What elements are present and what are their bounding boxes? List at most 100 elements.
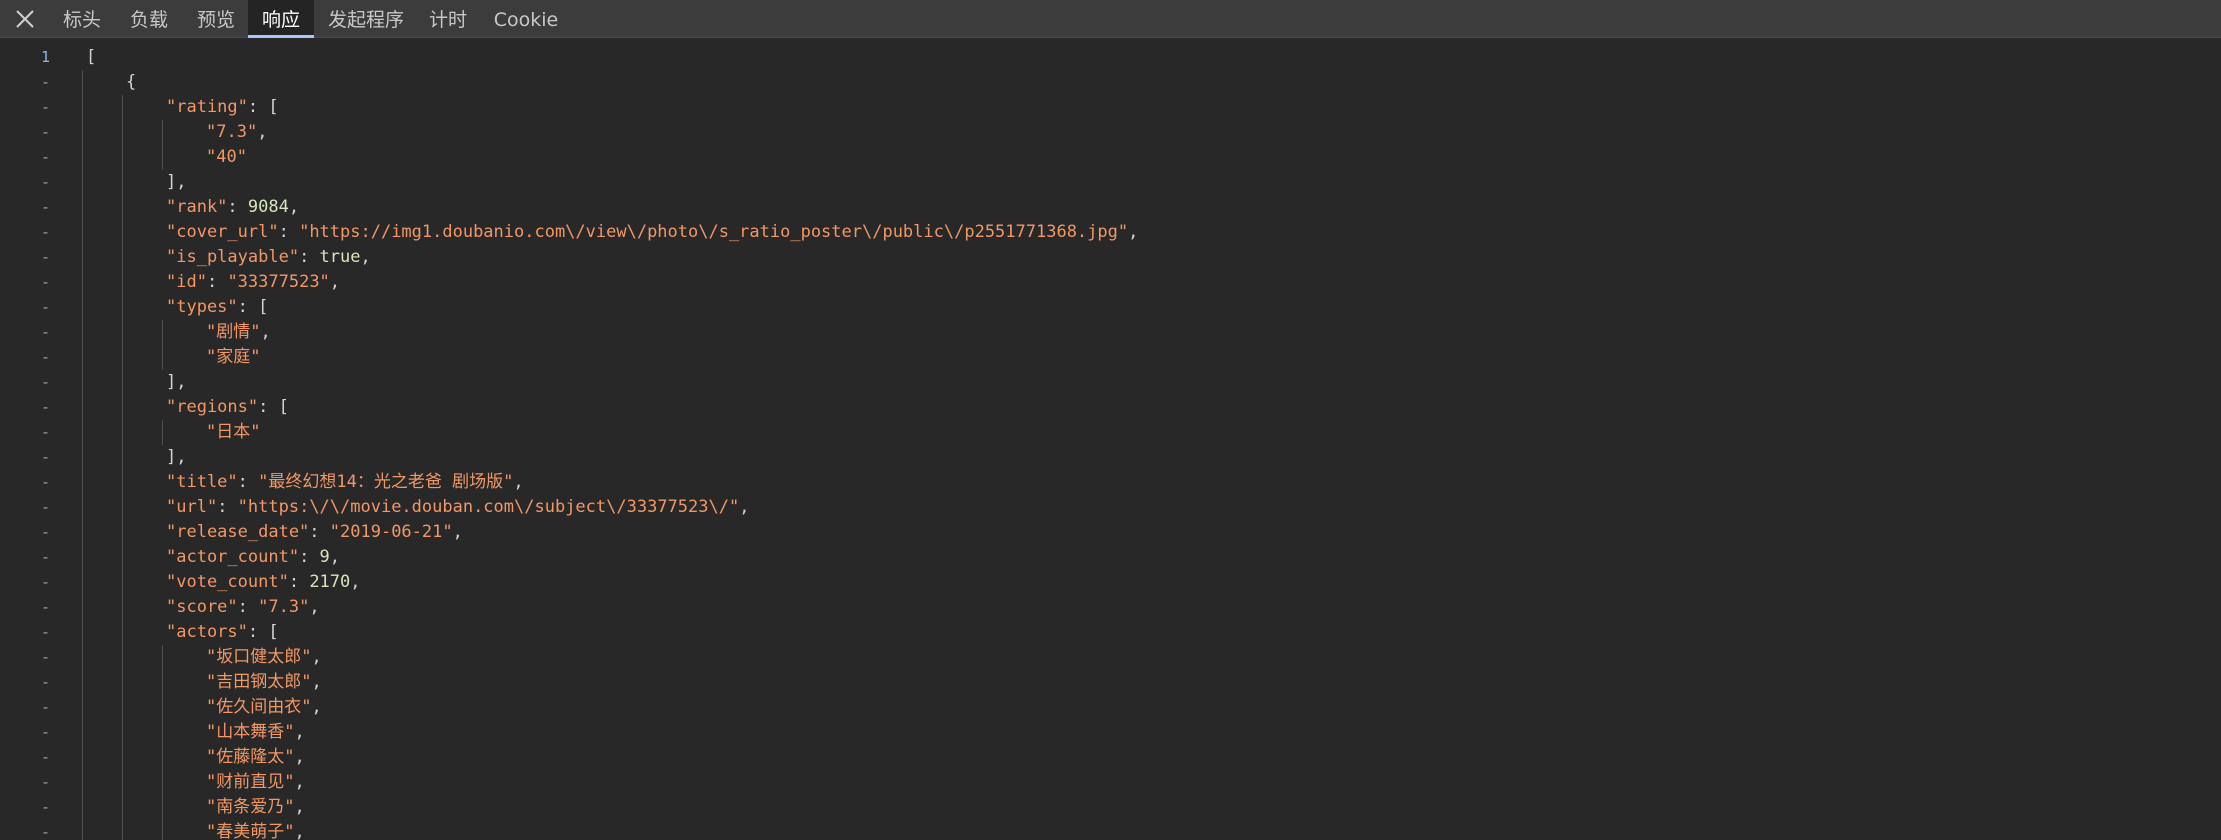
indent-guide bbox=[82, 420, 83, 445]
indent-guide bbox=[82, 95, 83, 120]
json-punctuation: : bbox=[278, 222, 300, 242]
json-key: "vote_count" bbox=[166, 572, 289, 592]
json-string: "7.3" bbox=[258, 597, 310, 617]
code-content: "score": "7.3", bbox=[166, 595, 320, 620]
json-value: 9 bbox=[319, 547, 330, 567]
code-content: "佐藤隆太", bbox=[206, 745, 305, 770]
json-punctuation: : bbox=[309, 522, 330, 542]
json-punctuation: , bbox=[294, 747, 305, 767]
code-line: - "regions": [ bbox=[0, 395, 2221, 420]
indent-guide bbox=[122, 345, 123, 370]
line-number: - bbox=[40, 473, 50, 491]
indent-guide bbox=[82, 345, 83, 370]
code-line: - "佐藤隆太", bbox=[0, 745, 2221, 770]
tab-timing[interactable]: 计时 bbox=[420, 0, 476, 38]
json-punctuation: : bbox=[299, 247, 320, 267]
indent-guide bbox=[122, 295, 123, 320]
json-string: "剧情" bbox=[206, 322, 261, 342]
tab-response[interactable]: 响应 bbox=[248, 0, 314, 38]
indent-guide bbox=[122, 320, 123, 345]
json-punctuation: : bbox=[237, 597, 259, 617]
json-string: "33377523" bbox=[227, 272, 330, 292]
json-punctuation: { bbox=[126, 72, 137, 92]
tab-headers[interactable]: 标头 bbox=[52, 0, 112, 38]
tab-cookies[interactable]: Cookie bbox=[488, 0, 564, 38]
json-punctuation: , bbox=[452, 522, 463, 542]
json-string: "财前直见" bbox=[206, 772, 295, 792]
line-number: - bbox=[40, 673, 50, 691]
json-punctuation: : [ bbox=[247, 622, 279, 642]
code-line: - "40" bbox=[0, 145, 2221, 170]
json-string: "佐藤隆太" bbox=[206, 747, 295, 767]
json-punctuation: , bbox=[260, 322, 271, 342]
indent-guide bbox=[122, 670, 123, 695]
line-number: - bbox=[40, 723, 50, 741]
json-string: "7.3" bbox=[206, 122, 258, 142]
indent-guide bbox=[162, 720, 163, 745]
indent-guide bbox=[122, 595, 123, 620]
response-code-viewer[interactable]: 1[-{- "rating": [- "7.3", - "40" -], - "rank": … bbox=[0, 38, 2221, 840]
json-value: 2170 bbox=[309, 572, 351, 592]
line-number: - bbox=[40, 173, 50, 191]
indent-guide bbox=[82, 370, 83, 395]
code-content: "山本舞香", bbox=[206, 720, 305, 745]
indent-guide bbox=[122, 745, 123, 770]
code-content: "url": "https:\/\/movie.douban.com\/subj… bbox=[166, 495, 749, 520]
json-key: "title" bbox=[166, 472, 238, 492]
indent-guide bbox=[82, 570, 83, 595]
line-number: - bbox=[40, 98, 50, 116]
code-content: "title": "最终幻想14：光之老爸 剧场版", bbox=[166, 470, 524, 495]
indent-guide bbox=[82, 720, 83, 745]
code-content: "is_playable": true, bbox=[166, 245, 371, 270]
indent-guide bbox=[162, 795, 163, 820]
indent-guide bbox=[162, 345, 163, 370]
json-punctuation: , bbox=[309, 597, 320, 617]
json-punctuation: , bbox=[329, 547, 341, 567]
indent-guide bbox=[82, 520, 83, 545]
json-punctuation: : bbox=[217, 497, 238, 517]
tab-payload[interactable]: 负载 bbox=[118, 0, 180, 38]
line-number: - bbox=[40, 373, 50, 391]
json-punctuation: , bbox=[360, 247, 371, 267]
indent-guide bbox=[122, 220, 123, 245]
code-content: "id": "33377523", bbox=[166, 270, 340, 295]
json-string: "家庭" bbox=[206, 347, 261, 367]
json-string: "山本舞香" bbox=[206, 722, 295, 742]
code-line: - "is_playable": true, bbox=[0, 245, 2221, 270]
indent-guide bbox=[82, 220, 83, 245]
close-icon[interactable] bbox=[12, 6, 38, 32]
json-punctuation: , bbox=[294, 822, 305, 840]
code-line: -], bbox=[0, 170, 2221, 195]
code-line: - "南条爱乃", bbox=[0, 795, 2221, 820]
code-content: "佐久间由衣", bbox=[206, 695, 322, 720]
json-string: "春美萌子" bbox=[206, 822, 295, 840]
line-number: - bbox=[40, 123, 50, 141]
json-string: "南条爱乃" bbox=[206, 797, 295, 817]
line-number: - bbox=[40, 698, 50, 716]
json-punctuation: [ bbox=[86, 47, 97, 67]
code-content: "actors": [ bbox=[166, 620, 279, 645]
json-punctuation: , bbox=[513, 472, 524, 492]
json-punctuation: , bbox=[311, 647, 322, 667]
indent-guide bbox=[162, 770, 163, 795]
indent-guide bbox=[82, 170, 83, 195]
line-number: - bbox=[40, 648, 50, 666]
json-punctuation: , bbox=[329, 272, 341, 292]
indent-guide bbox=[122, 170, 123, 195]
code-content: { bbox=[126, 70, 136, 95]
indent-guide bbox=[162, 420, 163, 445]
json-punctuation: , bbox=[311, 672, 322, 692]
indent-guide bbox=[82, 745, 83, 770]
tab-preview[interactable]: 预览 bbox=[186, 0, 246, 38]
code-line: - "rating": [ bbox=[0, 95, 2221, 120]
code-line: - "id": "33377523", bbox=[0, 270, 2221, 295]
json-punctuation: : bbox=[237, 472, 259, 492]
json-punctuation: : bbox=[299, 547, 320, 567]
indent-guide bbox=[82, 545, 83, 570]
line-number: - bbox=[40, 598, 50, 616]
line-number: - bbox=[40, 398, 50, 416]
code-content: "家庭" bbox=[206, 345, 260, 370]
code-line: 1[ bbox=[0, 45, 2221, 70]
indent-guide bbox=[82, 620, 83, 645]
tab-initiator[interactable]: 发起程序 bbox=[320, 0, 412, 38]
